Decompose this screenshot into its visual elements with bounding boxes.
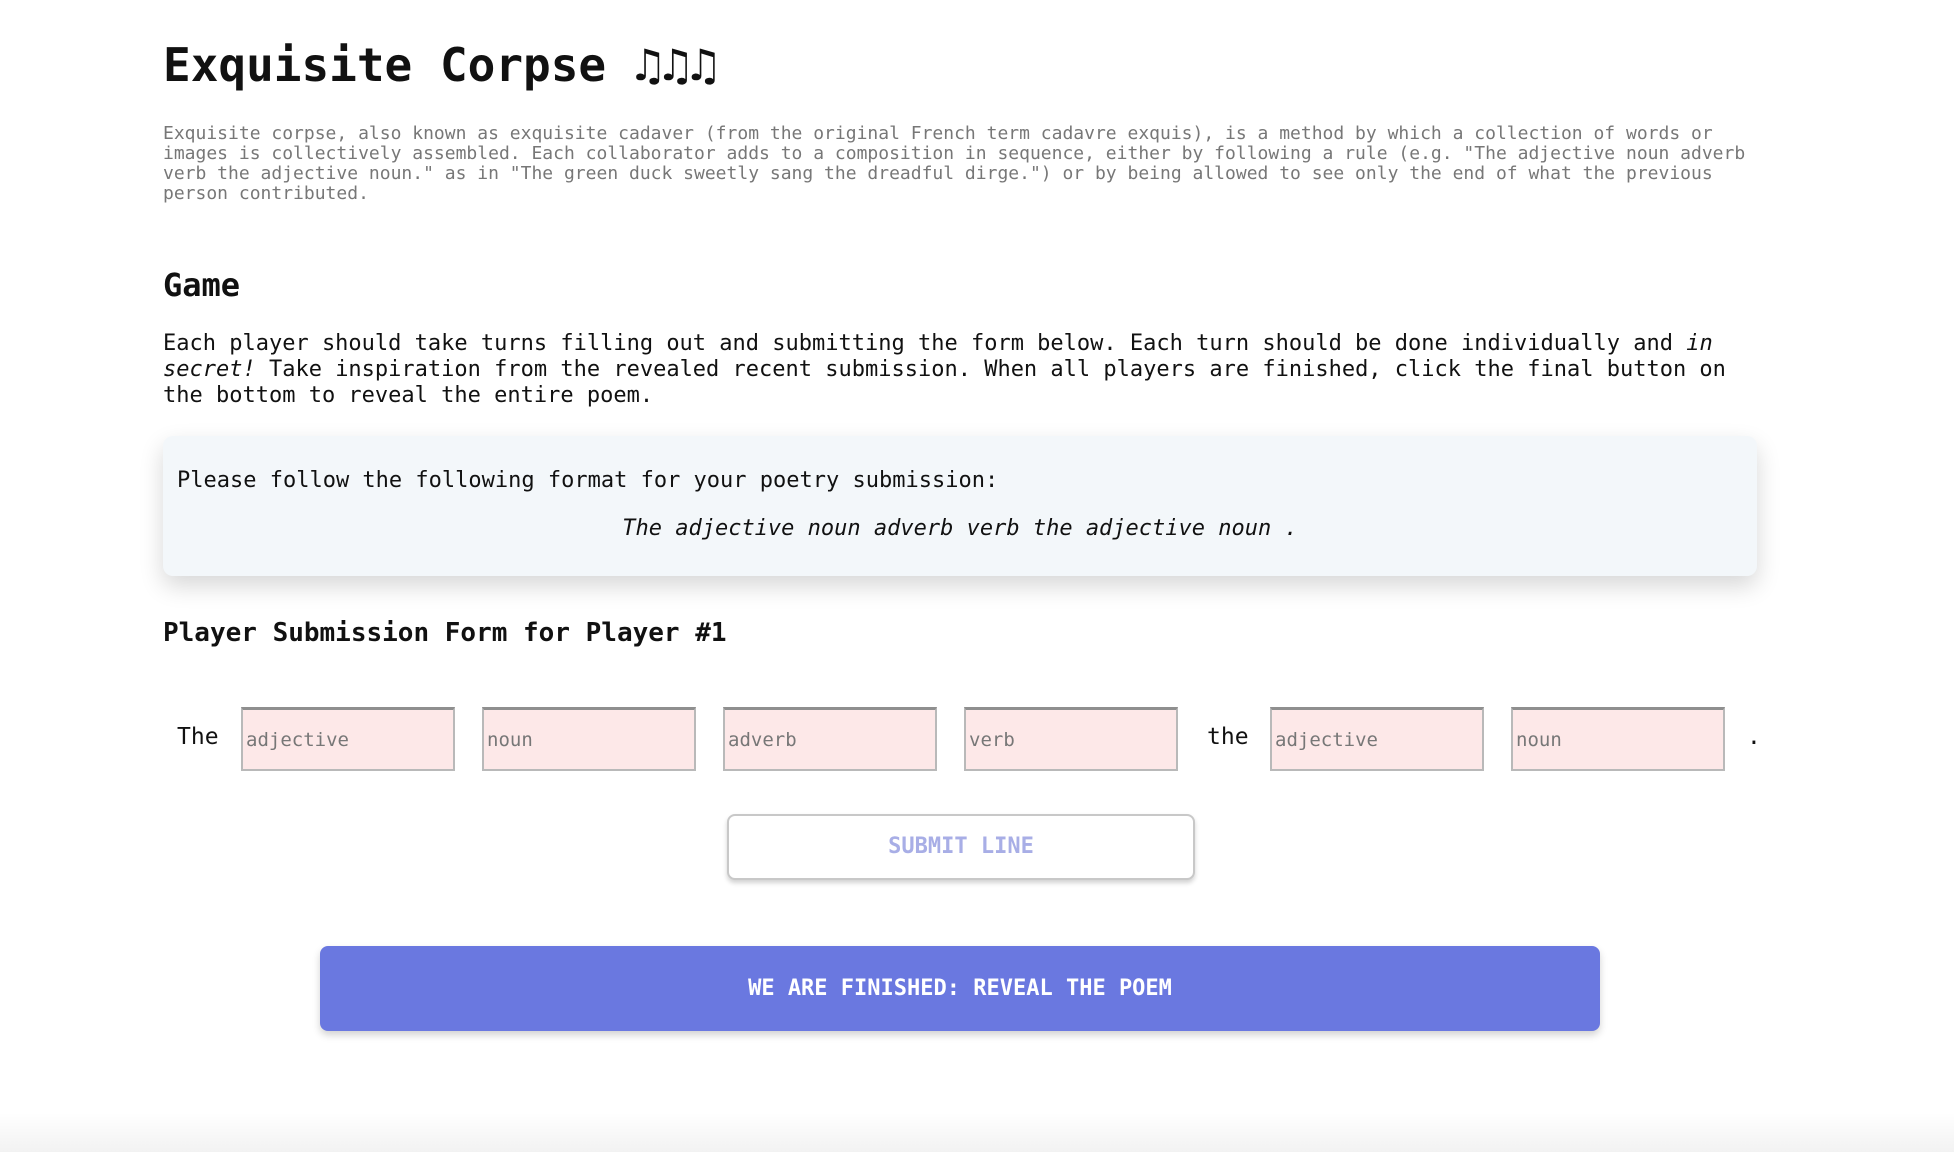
page-title: Exquisite Corpse ♫♫♫ — [163, 38, 717, 92]
noun-input-2[interactable] — [1511, 707, 1725, 771]
format-box: Please follow the following format for y… — [163, 436, 1757, 576]
instructions-text-end: Take inspiration from the revealed recen… — [163, 357, 1726, 408]
word-the-start: The — [177, 724, 219, 750]
word-period: . — [1747, 724, 1761, 750]
word-the-mid: the — [1207, 724, 1249, 750]
instructions-text-start: Each player should take turns filling ou… — [163, 331, 1687, 356]
format-instruction: Please follow the following format for y… — [177, 468, 999, 493]
submit-line-button[interactable]: SUBMIT LINE — [727, 814, 1195, 880]
game-heading: Game — [163, 266, 241, 304]
form-heading: Player Submission Form for Player #1 — [163, 618, 727, 648]
format-pattern: The adjective noun adverb verb the adjec… — [622, 516, 1298, 541]
verb-input[interactable] — [964, 707, 1178, 771]
adverb-input[interactable] — [723, 707, 937, 771]
noun-input-1[interactable] — [482, 707, 696, 771]
adjective-input-1[interactable] — [241, 707, 455, 771]
reveal-poem-button[interactable]: WE ARE FINISHED: REVEAL THE POEM — [320, 946, 1600, 1031]
bottom-shadow — [0, 1112, 1954, 1152]
adjective-input-2[interactable] — [1270, 707, 1484, 771]
intro-paragraph: Exquisite corpse, also known as exquisit… — [163, 123, 1746, 204]
game-instructions: Each player should take turns filling ou… — [163, 331, 1763, 409]
